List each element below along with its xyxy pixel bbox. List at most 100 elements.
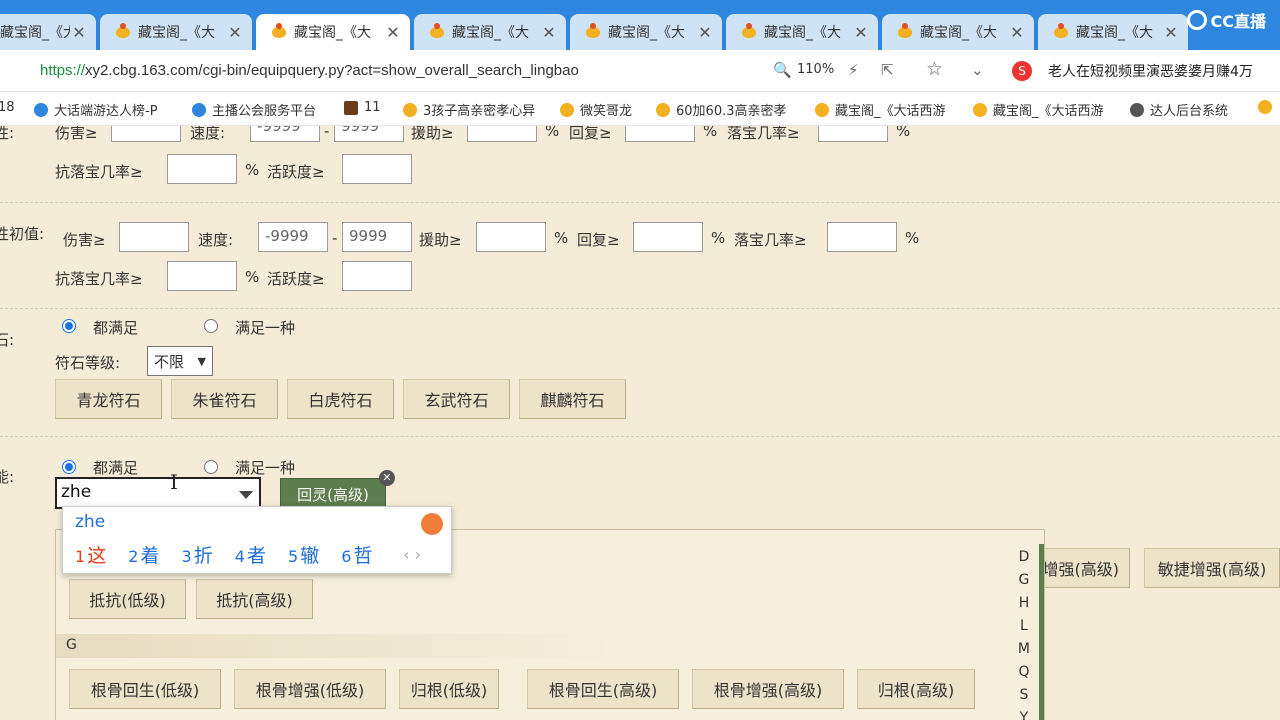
init-speed-max-input[interactable]: 9999 [342, 222, 412, 252]
close-icon[interactable]: ✕ [70, 23, 88, 42]
skill-radio-all[interactable] [62, 460, 76, 474]
ime-candidate-number: 6 [341, 547, 352, 566]
letter-index-item[interactable]: Y [1018, 707, 1030, 720]
browser-tab-active[interactable]: 藏宝阁_《大 ✕ [256, 14, 410, 50]
init-activity-input[interactable] [342, 261, 412, 291]
ime-page-arrows[interactable]: ‹ › [403, 545, 421, 564]
ime-candidate[interactable]: 辙 [300, 545, 319, 567]
label-assist: 援助≥ [411, 126, 454, 142]
anti-drop-input[interactable] [167, 154, 237, 184]
init-recover-input[interactable] [633, 222, 703, 252]
close-icon[interactable]: ✕ [1162, 23, 1180, 42]
ime-candidate[interactable]: 哲 [353, 545, 372, 567]
rune-radio-all[interactable] [62, 319, 76, 333]
rune-level-select[interactable]: 不限 ▼ [147, 346, 213, 376]
skill-button-resist-low[interactable]: 抵抗(低级) [69, 579, 186, 619]
percent-sign: % [703, 126, 718, 140]
skill-button[interactable]: 根骨增强(高级) [692, 669, 844, 709]
bookmark-item[interactable]: 微笑哥龙 [560, 100, 644, 119]
bookmark-item[interactable]: 18 [0, 100, 20, 115]
letter-index-item[interactable]: D [1018, 546, 1030, 569]
browser-tab-7[interactable]: 藏宝阁_《大 ✕ [882, 14, 1034, 50]
close-icon[interactable]: ✕ [540, 23, 558, 42]
init-anti-drop-input[interactable] [167, 261, 237, 291]
letter-index-item[interactable]: S [1018, 684, 1030, 707]
bookmark-label: 藏宝阁_《大话西游 [835, 104, 946, 119]
speed-max-input[interactable]: 9999 [334, 126, 404, 142]
activity-input[interactable] [342, 154, 412, 184]
bookmark-item[interactable]: 藏宝阁_《大话西游 [815, 100, 957, 119]
label-speed: 速度: [198, 231, 234, 249]
bookmark-item[interactable]: 60加60.3高亲密孝 [656, 100, 800, 119]
bookmark-icon [973, 102, 987, 117]
close-icon[interactable]: ✕ [384, 23, 402, 42]
init-drop-rate-input[interactable] [827, 222, 897, 252]
browser-tab-8[interactable]: 藏宝阁_《大 ✕ [1038, 14, 1188, 50]
cc-logo-text: CC直播 [1210, 12, 1267, 31]
rune-button-qilin[interactable]: 麒麟符石 [519, 379, 626, 419]
zoom-level[interactable]: 110% [797, 62, 834, 77]
letter-index-item[interactable]: L [1018, 615, 1030, 638]
ime-candidate[interactable]: 着 [140, 545, 159, 567]
rune-button-zhuque[interactable]: 朱雀符石 [171, 379, 278, 419]
skill-radio-any[interactable] [204, 460, 218, 474]
close-icon[interactable]: ✕ [852, 23, 870, 42]
speed-min-input[interactable]: -9999 [250, 126, 320, 142]
browser-tab-5[interactable]: 藏宝阁_《大 ✕ [570, 14, 722, 50]
share-icon[interactable]: ⇱ [881, 61, 894, 79]
browser-tab-1[interactable]: 藏宝阁_《大 ✕ [0, 14, 96, 50]
zoom-icon[interactable]: 🔍 [773, 61, 792, 79]
ime-candidate[interactable]: 折 [194, 545, 213, 567]
init-speed-min-input[interactable]: -9999 [258, 222, 328, 252]
letter-index-item[interactable]: Q [1018, 661, 1030, 684]
star-icon[interactable]: ☆ [926, 58, 943, 80]
ime-candidate[interactable]: 者 [247, 545, 266, 567]
label-activity: 活跃度≥ [267, 163, 325, 181]
ime-candidate[interactable]: 这 [87, 545, 106, 567]
skill-button[interactable]: 归根(低级) [399, 669, 499, 709]
letter-index-item[interactable]: H [1018, 592, 1030, 615]
close-icon[interactable]: ✕ [226, 23, 244, 42]
news-ticker[interactable]: S 老人在短视频里演恶婆婆月赚4万 [1012, 61, 1253, 81]
bookmark-item[interactable]: 主播公会服务平台 [192, 100, 337, 119]
rune-button-qinglong[interactable]: 青龙符石 [55, 379, 162, 419]
init-damage-input[interactable] [119, 222, 189, 252]
browser-tab-2[interactable]: 藏宝阁_《大 ✕ [100, 14, 252, 50]
browser-tab-6[interactable]: 藏宝阁_《大 ✕ [726, 14, 878, 50]
tab-title: 藏宝阁_《大 [452, 25, 529, 41]
recover-input[interactable] [625, 126, 695, 142]
letter-index-item[interactable]: G [1018, 569, 1030, 592]
skill-button-resist-high[interactable]: 抵抗(高级) [196, 579, 313, 619]
chevron-down-icon[interactable]: ⌄ [971, 61, 984, 79]
label-assist: 援助≥ [419, 231, 462, 249]
lightning-icon[interactable]: ⚡ [848, 61, 859, 79]
url-field[interactable]: https://xy2.cbg.163.com/cgi-bin/equipque… [40, 62, 579, 79]
drop-rate-input[interactable] [818, 126, 888, 142]
rune-button-xuanwu[interactable]: 玄武符石 [403, 379, 510, 419]
damage-input[interactable] [111, 126, 181, 142]
chevron-down-icon[interactable] [239, 491, 253, 499]
close-icon[interactable]: ✕ [379, 470, 395, 486]
skill-button[interactable]: 根骨回生(低级) [69, 669, 221, 709]
close-icon[interactable]: ✕ [696, 23, 714, 42]
rune-button-baihu[interactable]: 白虎符石 [287, 379, 394, 419]
skill-button-agility-enhance-high[interactable]: 敏捷增强(高级) [1144, 548, 1280, 588]
browser-tab-4[interactable]: 藏宝阁_《大 ✕ [414, 14, 566, 50]
letter-index-item[interactable]: M [1018, 638, 1030, 661]
scrollbar[interactable] [1039, 544, 1044, 720]
bookmark-item[interactable]: 藏宝阁_《大话西游 [973, 100, 1115, 119]
assist-input[interactable] [467, 126, 537, 142]
init-assist-input[interactable] [476, 222, 546, 252]
bookmark-item[interactable]: 3孩子高亲密孝心异 [403, 100, 545, 119]
skill-button[interactable]: 根骨增强(低级) [234, 669, 386, 709]
rune-radio-any[interactable] [204, 319, 218, 333]
bookmark-item[interactable]: 大话端游达人榜-P [34, 100, 180, 119]
bookmark-item[interactable] [1258, 100, 1278, 114]
skill-button[interactable]: 归根(高级) [857, 669, 975, 709]
skill-button[interactable]: 根骨回生(高级) [527, 669, 679, 709]
bookmark-item[interactable]: 11 [344, 100, 392, 115]
bookmark-icon [34, 102, 48, 117]
bookmark-item[interactable]: 达人后台系统 [1130, 100, 1244, 119]
close-icon[interactable]: ✕ [1008, 23, 1026, 42]
skill-search-combobox[interactable]: zhe [55, 477, 261, 509]
